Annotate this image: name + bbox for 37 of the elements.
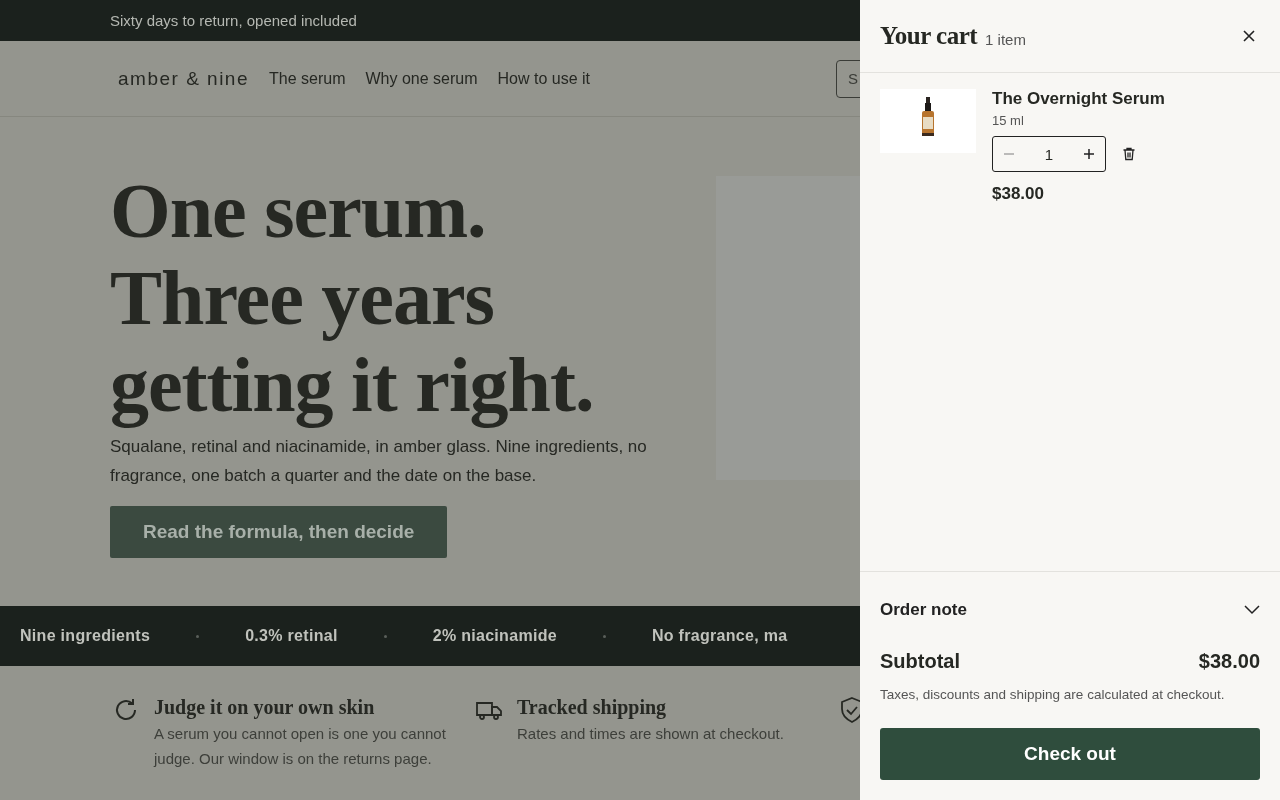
announcement-text: Sixty days to return, opened included bbox=[110, 12, 357, 29]
hero-heading-line: One serum. bbox=[110, 167, 486, 254]
hero-heading-line: Three years bbox=[110, 254, 494, 341]
plus-icon bbox=[1083, 148, 1095, 160]
formula-button[interactable]: Read the formula, then decide bbox=[110, 506, 448, 558]
marquee-text: No fragrance, ma bbox=[651, 627, 788, 645]
hero-heading-line: getting it right. bbox=[110, 341, 594, 428]
product-price: $38.00 bbox=[992, 184, 1044, 204]
tax-note: Taxes, discounts and shipping are calculated at checkout. bbox=[880, 687, 1226, 702]
feature-title: Judge it on your own skin bbox=[154, 696, 376, 719]
product-variant: 15 ml bbox=[992, 113, 1024, 128]
subtotal-label: Subtotal bbox=[880, 650, 960, 673]
nav-link[interactable]: Why one serum bbox=[365, 69, 478, 88]
increase-button[interactable] bbox=[1083, 148, 1095, 160]
trash-icon bbox=[1122, 147, 1136, 161]
order-note-toggle[interactable]: Order note bbox=[880, 592, 1260, 628]
marquee-text: Nine ingredients bbox=[20, 627, 151, 645]
marquee-text: 0.3% retinal bbox=[245, 627, 338, 645]
cart-title: Your cart bbox=[880, 22, 978, 50]
marquee-text: 2% niacinamide bbox=[432, 627, 557, 645]
subtotal-value: $38.00 bbox=[1198, 650, 1260, 673]
product-name: The Overnight Serum bbox=[992, 89, 1165, 109]
nav-link[interactable]: The serum bbox=[269, 69, 346, 88]
logo[interactable]: amber & nine bbox=[118, 67, 249, 90]
separator-dot-icon bbox=[196, 634, 200, 638]
quantity-value[interactable]: 1 bbox=[1044, 145, 1054, 163]
feature-text: A serum you cannot open is one you cannot judge. Our window is on the returns page. bbox=[154, 724, 447, 769]
separator-dot-icon bbox=[602, 634, 606, 638]
nav-link[interactable]: How to use it bbox=[497, 69, 590, 88]
hero-text: Squalane, retinal and niacinamide, in amber glass. Nine ingredients, no fragrance, one batch a quarter and the date on the base. bbox=[110, 436, 648, 487]
feature-title: Tracked shipping bbox=[517, 696, 668, 719]
item-count: 1 item bbox=[985, 30, 1026, 48]
feature-text: Rates and times are shown at checkout. bbox=[517, 724, 785, 744]
close-icon bbox=[1242, 29, 1256, 43]
separator-dot-icon bbox=[383, 634, 387, 638]
checkout-button[interactable]: Check out bbox=[880, 728, 1260, 780]
chevron-down-icon bbox=[1244, 605, 1260, 615]
